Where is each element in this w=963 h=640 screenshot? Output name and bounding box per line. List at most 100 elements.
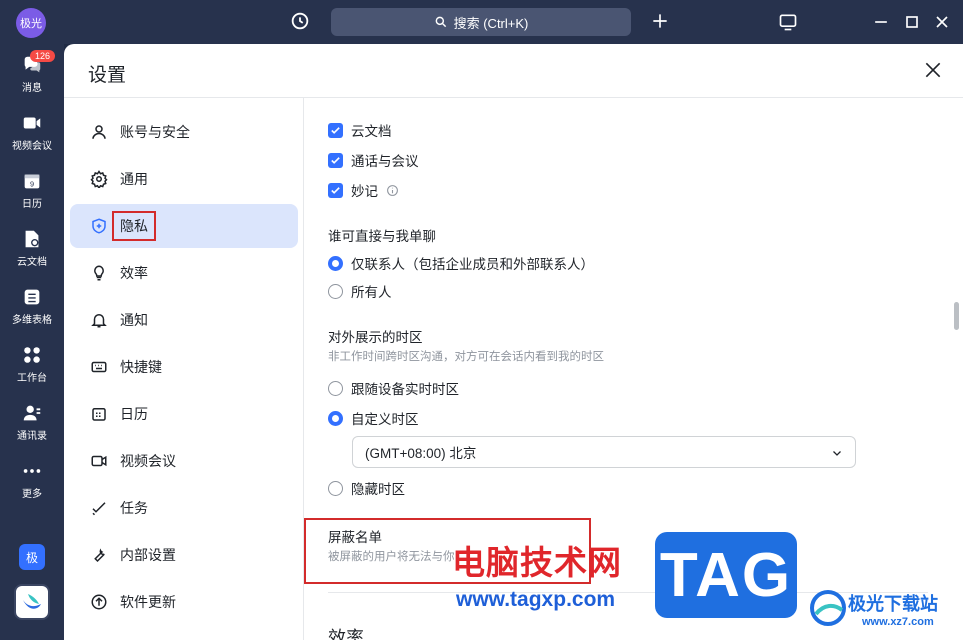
nav-item-messages[interactable]: 消息 126 (0, 50, 64, 94)
radio-hide-timezone[interactable]: 隐藏时区 (328, 478, 405, 498)
nav-item-video[interactable]: 视频会议 (0, 112, 64, 152)
app-logo-icon[interactable] (14, 584, 50, 620)
window-close-icon[interactable] (932, 12, 952, 32)
video-camera-icon (23, 117, 41, 129)
left-nav: 消息 126 视频会议 9 日历 云文档 多维表格 工作台 通讯录 更多 极 (0, 44, 64, 640)
calendar-icon (92, 408, 106, 421)
nav-item-docs[interactable]: 云文档 (0, 228, 64, 268)
close-icon[interactable] (923, 60, 943, 80)
watermark-swirl-icon (810, 590, 846, 626)
settings-sidebar: 账号与安全 通用 隐私 效率 通知 快捷键 日历 视频会议 任务 内部设置 软件… (64, 98, 304, 640)
search-icon (435, 16, 446, 28)
info-icon[interactable] (386, 184, 399, 197)
sidebar-item-account[interactable]: 账号与安全 (70, 110, 298, 154)
checkbox-checked-icon[interactable] (328, 122, 343, 138)
sidebar-item-label: 通知 (120, 312, 148, 328)
sidebar-item-general[interactable]: 通用 (70, 157, 298, 201)
radio-everyone[interactable]: 所有人 (328, 281, 392, 301)
unread-badge: 126 (30, 50, 56, 62)
radio-label: 所有人 (351, 285, 392, 300)
plus-icon[interactable] (650, 11, 670, 31)
check-task-icon (92, 502, 106, 516)
workspace-button[interactable]: 极 (19, 544, 45, 570)
nav-label: 通讯录 (17, 431, 47, 442)
direct-chat-title: 谁可直接与我单聊 (328, 229, 436, 244)
watermark-site: 极光下载站 (848, 594, 938, 614)
nav-item-calendar[interactable]: 9 日历 (0, 170, 64, 210)
nav-label: 云文档 (17, 257, 47, 268)
sidebar-item-video-meeting[interactable]: 视频会议 (70, 439, 298, 483)
sidebar-item-update[interactable]: 软件更新 (70, 580, 298, 624)
sidebar-item-shortcuts[interactable]: 快捷键 (70, 345, 298, 389)
nav-item-bitable[interactable]: 多维表格 (0, 286, 64, 326)
top-bar: 极光 搜索 (Ctrl+K) (0, 0, 963, 44)
calendar-day: 9 (30, 180, 34, 189)
blocklist-subtitle: 被屏蔽的用户将无法与你 (328, 551, 455, 563)
chevron-down-icon (833, 451, 841, 456)
radio-icon[interactable] (328, 283, 343, 299)
checkbox-checked-icon[interactable] (328, 182, 343, 198)
nav-item-workplace[interactable]: 工作台 (0, 344, 64, 384)
checkbox-label: 云文档 (351, 124, 392, 139)
checkbox-cloud-docs[interactable]: 云文档 (328, 120, 392, 140)
sidebar-item-label: 内部设置 (120, 547, 176, 563)
sidebar-item-tasks[interactable]: 任务 (70, 486, 298, 530)
radio-selected-icon[interactable] (328, 410, 343, 426)
nav-label: 更多 (22, 489, 42, 500)
cloud-doc-icon (25, 230, 39, 248)
lightbulb-icon (94, 265, 104, 281)
radio-icon[interactable] (328, 380, 343, 396)
upgrade-arrow-icon (91, 594, 107, 610)
user-icon (92, 125, 106, 139)
radio-icon[interactable] (328, 480, 343, 496)
radio-label: 跟随设备实时时区 (351, 382, 459, 397)
minimize-icon[interactable] (871, 12, 891, 32)
screen-share-icon[interactable] (778, 12, 798, 32)
radio-label: 仅联系人（包括企业成员和外部联系人） (351, 257, 594, 272)
checkbox-checked-icon[interactable] (328, 152, 343, 168)
history-icon[interactable] (289, 10, 311, 32)
video-camera-icon (91, 455, 107, 467)
sidebar-item-internal[interactable]: 内部设置 (70, 533, 298, 577)
sidebar-item-efficiency[interactable]: 效率 (70, 251, 298, 295)
timezone-select[interactable]: (GMT+08:00) 北京 (352, 436, 856, 468)
shield-icon (92, 218, 106, 234)
checkbox-minutes[interactable]: 妙记 (328, 180, 399, 200)
radio-follow-device[interactable]: 跟随设备实时时区 (328, 378, 459, 398)
nav-label: 视频会议 (12, 141, 52, 152)
watermark-tag-logo: TAG (655, 532, 797, 618)
nav-label: 消息 (22, 83, 42, 94)
sidebar-item-label: 任务 (120, 500, 148, 516)
radio-selected-icon[interactable] (328, 255, 343, 271)
timezone-subtitle: 非工作时间跨时区沟通，对方可在会话内看到我的时区 (328, 351, 604, 363)
timezone-title: 对外展示的时区 (328, 330, 423, 345)
radio-label: 隐藏时区 (351, 482, 405, 497)
page-title: 设置 (88, 65, 127, 86)
nav-item-contacts[interactable]: 通讯录 (0, 402, 64, 442)
scrollbar-thumb[interactable] (954, 302, 959, 330)
timezone-select-value: (GMT+08:00) 北京 (365, 446, 477, 461)
nav-item-more[interactable]: 更多 (0, 460, 64, 500)
keyboard-icon (91, 361, 107, 373)
watermark-site-url: www.xz7.com (862, 616, 934, 628)
checkbox-label: 通话与会议 (351, 154, 419, 169)
nav-label: 多维表格 (12, 315, 52, 326)
sidebar-item-notifications[interactable]: 通知 (70, 298, 298, 342)
sidebar-item-label: 视频会议 (120, 453, 176, 469)
blocklist-title[interactable]: 屏蔽名单 (328, 526, 382, 546)
avatar[interactable]: 极光 (16, 8, 46, 38)
maximize-icon[interactable] (902, 12, 922, 32)
search-label: 搜索 (Ctrl+K) (453, 15, 529, 31)
radio-custom-timezone[interactable]: 自定义时区 (328, 408, 419, 428)
checkbox-calls-meetings[interactable]: 通话与会议 (328, 150, 419, 170)
sidebar-item-label: 隐私 (112, 211, 156, 241)
apps-grid-icon (24, 347, 40, 363)
radio-contacts-only[interactable]: 仅联系人（包括企业成员和外部联系人） (328, 253, 594, 273)
sidebar-item-privacy[interactable]: 隐私 (70, 204, 298, 248)
sidebar-item-label: 通用 (120, 171, 148, 187)
search-bar[interactable]: 搜索 (Ctrl+K) (331, 8, 631, 36)
watermark-url: www.tagxp.com (456, 588, 616, 611)
sidebar-item-label: 软件更新 (120, 594, 176, 610)
sidebar-item-calendar[interactable]: 日历 (70, 392, 298, 436)
sidebar-item-label: 账号与安全 (120, 124, 190, 140)
